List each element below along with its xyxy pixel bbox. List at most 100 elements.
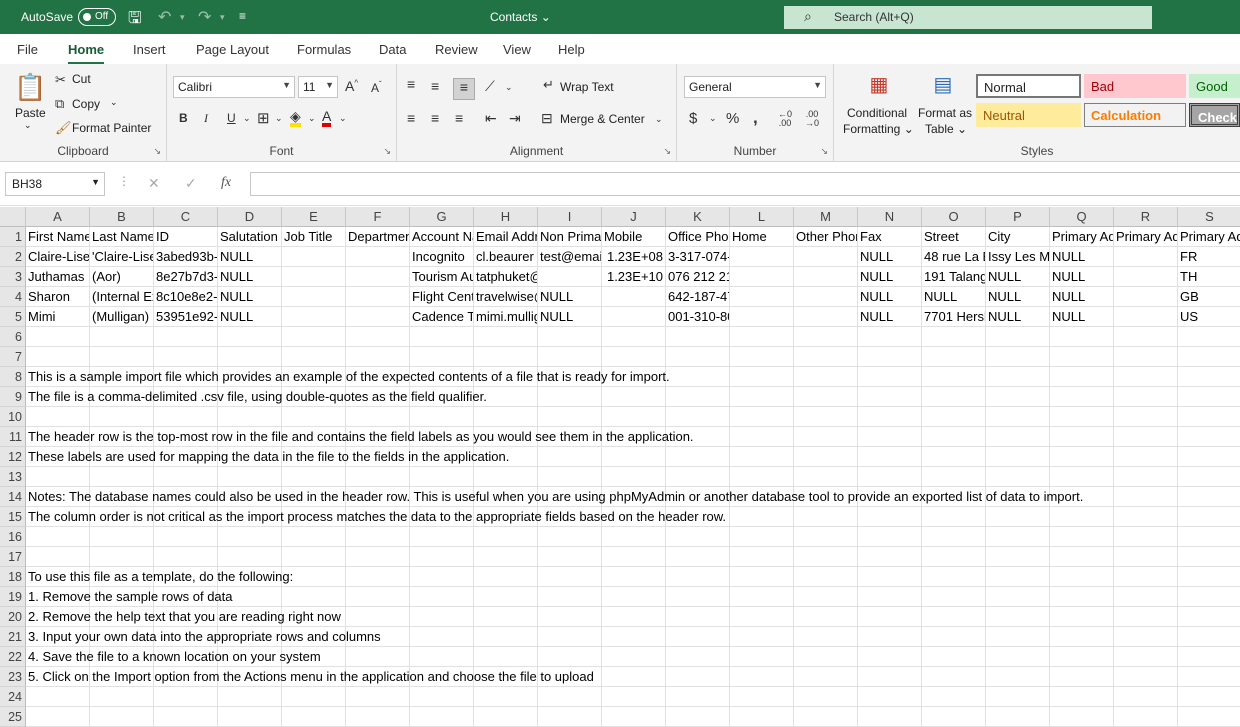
- header-cell[interactable]: Fax: [858, 227, 921, 247]
- row-header-16[interactable]: 16: [0, 527, 26, 547]
- tab-page-layout[interactable]: Page Layout: [196, 42, 269, 57]
- note-text[interactable]: 3. Input your own data into the appropri…: [26, 627, 1226, 647]
- increase-font-icon[interactable]: A^: [345, 78, 358, 94]
- align-top-icon[interactable]: ≡: [407, 76, 415, 92]
- column-header-r[interactable]: R: [1114, 207, 1178, 227]
- header-cell[interactable]: ID: [154, 227, 217, 247]
- currency-dropdown-icon[interactable]: ⌄: [709, 113, 717, 124]
- data-cell[interactable]: travelwise@flightcentre: [474, 287, 537, 307]
- format-painter-icon[interactable]: 🖌: [55, 120, 72, 136]
- data-cell[interactable]: NULL: [538, 307, 601, 327]
- note-text[interactable]: 5. Click on the Import option from the A…: [26, 667, 1226, 687]
- data-cell[interactable]: 3-317-074-1111: [666, 247, 729, 267]
- data-cell[interactable]: NULL: [922, 287, 985, 307]
- note-text[interactable]: To use this file as a template, do the f…: [26, 567, 1226, 587]
- cut-button[interactable]: Cut: [72, 72, 91, 86]
- note-text[interactable]: The file is a comma-delimited .csv file,…: [26, 387, 1226, 407]
- number-launcher-icon[interactable]: ↘: [820, 146, 828, 157]
- note-text[interactable]: These labels are used for mapping the da…: [26, 447, 1226, 467]
- fill-color-icon[interactable]: ◈: [290, 109, 301, 127]
- row-header-18[interactable]: 18: [0, 567, 26, 587]
- data-cell[interactable]: 8c10e8e2-c434-275c: [154, 287, 217, 307]
- paste-icon[interactable]: 📋: [14, 72, 46, 106]
- header-cell[interactable]: Office Phone: [666, 227, 729, 247]
- note-text[interactable]: Notes: The database names could also be …: [26, 487, 1226, 507]
- data-cell[interactable]: NULL: [986, 287, 1049, 307]
- data-cell[interactable]: NULL: [858, 287, 921, 307]
- orientation-icon[interactable]: ⟋: [485, 78, 495, 95]
- row-header-8[interactable]: 8: [0, 367, 26, 387]
- data-cell[interactable]: test@email: [538, 247, 601, 267]
- data-cell[interactable]: GB: [1178, 287, 1240, 307]
- data-cell[interactable]: NULL: [1050, 267, 1113, 287]
- header-cell[interactable]: Salutation: [218, 227, 281, 247]
- style-normal[interactable]: Normal: [976, 74, 1081, 98]
- column-header-f[interactable]: F: [346, 207, 410, 227]
- column-header-l[interactable]: L: [730, 207, 794, 227]
- header-cell[interactable]: Job Title: [282, 227, 345, 247]
- header-cell[interactable]: Home: [730, 227, 793, 247]
- autosave-toggle[interactable]: Off: [78, 8, 116, 26]
- select-all-corner[interactable]: [0, 207, 26, 227]
- row-header-19[interactable]: 19: [0, 587, 26, 607]
- row-header-14[interactable]: 14: [0, 487, 26, 507]
- header-cell[interactable]: Other Phone: [794, 227, 857, 247]
- data-cell[interactable]: NULL: [218, 307, 281, 327]
- percent-icon[interactable]: %: [726, 110, 739, 127]
- merge-center-button[interactable]: Merge & Center: [560, 112, 645, 126]
- merge-center-icon[interactable]: ⊟: [541, 110, 553, 127]
- row-header-1[interactable]: 1: [0, 227, 26, 247]
- customize-toolbar-icon[interactable]: ≡: [239, 9, 246, 23]
- align-right-icon[interactable]: ≡: [455, 110, 463, 126]
- column-header-m[interactable]: M: [794, 207, 858, 227]
- data-cell[interactable]: Claire-Lise: [26, 247, 89, 267]
- orientation-dropdown-icon[interactable]: ⌄: [505, 82, 513, 93]
- style-neutral[interactable]: Neutral: [976, 103, 1081, 127]
- note-text[interactable]: 2. Remove the help text that you are rea…: [26, 607, 1226, 627]
- data-cell[interactable]: Juthamas: [26, 267, 89, 287]
- align-center-icon[interactable]: ≡: [431, 110, 439, 126]
- copy-button[interactable]: Copy: [72, 97, 100, 111]
- paste-dropdown-icon[interactable]: ⌄: [24, 120, 32, 131]
- header-cell[interactable]: Account Name: [410, 227, 473, 247]
- data-cell[interactable]: Cadence Travel: [410, 307, 473, 327]
- column-header-b[interactable]: B: [90, 207, 154, 227]
- tab-home[interactable]: Home: [68, 42, 105, 65]
- data-cell[interactable]: Issy Les Moulineaux: [986, 247, 1049, 267]
- increase-indent-icon[interactable]: ⇥: [509, 110, 521, 127]
- decrease-indent-icon[interactable]: ⇤: [485, 110, 497, 127]
- data-cell[interactable]: 191 Talang: [922, 267, 985, 287]
- data-cell[interactable]: 3abed93b-5178-f3b2: [154, 247, 217, 267]
- style-calculation[interactable]: Calculation: [1084, 103, 1186, 127]
- comma-style-icon[interactable]: ,: [753, 108, 758, 128]
- note-text[interactable]: 1. Remove the sample rows of data: [26, 587, 1226, 607]
- row-header-2[interactable]: 2: [0, 247, 26, 267]
- enter-icon[interactable]: ✓: [185, 175, 197, 192]
- row-header-11[interactable]: 11: [0, 427, 26, 447]
- align-bottom-icon[interactable]: ≡: [453, 78, 475, 100]
- row-header-7[interactable]: 7: [0, 347, 26, 367]
- data-cell[interactable]: NULL: [1050, 307, 1113, 327]
- tab-review[interactable]: Review: [435, 42, 478, 57]
- header-cell[interactable]: Department: [346, 227, 409, 247]
- data-cell[interactable]: (Internal Ext): [90, 287, 153, 307]
- conditional-formatting-icon[interactable]: ▦: [864, 72, 894, 100]
- row-header-20[interactable]: 20: [0, 607, 26, 627]
- row-header-23[interactable]: 23: [0, 667, 26, 687]
- increase-decimal-icon[interactable]: ←0.00: [778, 110, 792, 128]
- font-color-icon[interactable]: A: [322, 109, 332, 127]
- undo-icon[interactable]: ↶: [158, 7, 171, 27]
- row-header-17[interactable]: 17: [0, 547, 26, 567]
- note-text[interactable]: The column order is not critical as the …: [26, 507, 1226, 527]
- italic-icon[interactable]: I: [204, 111, 208, 126]
- data-cell[interactable]: NULL: [538, 287, 601, 307]
- underline-dropdown-icon[interactable]: ⌄: [243, 113, 251, 124]
- column-header-n[interactable]: N: [858, 207, 922, 227]
- data-cell[interactable]: NULL: [858, 247, 921, 267]
- column-header-a[interactable]: A: [26, 207, 90, 227]
- row-header-13[interactable]: 13: [0, 467, 26, 487]
- tab-file[interactable]: File: [17, 42, 38, 57]
- currency-icon[interactable]: $: [689, 110, 697, 127]
- format-as-table-icon[interactable]: ▤: [928, 72, 958, 100]
- note-text[interactable]: This is a sample import file which provi…: [26, 367, 1226, 387]
